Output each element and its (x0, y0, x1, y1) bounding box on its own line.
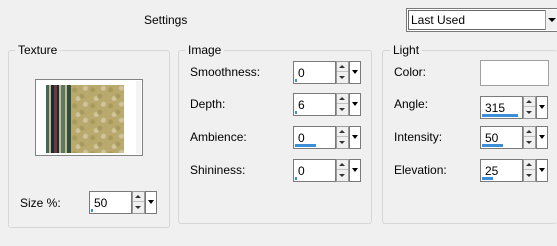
light-group-title: Light (390, 43, 423, 57)
depth-stepper[interactable] (336, 93, 349, 116)
decrement-icon[interactable] (337, 171, 348, 181)
smoothness-fill-bar (295, 79, 297, 82)
smoothness-label: Smoothness: (190, 65, 261, 79)
ambience-stepper[interactable] (336, 126, 349, 149)
increment-icon[interactable] (337, 62, 348, 72)
intensity-input[interactable]: 50 (480, 126, 523, 149)
decrement-icon[interactable] (524, 108, 535, 118)
angle-value: 315 (485, 101, 506, 115)
angle-label: Angle: (394, 97, 429, 111)
size-stepper[interactable] (132, 191, 145, 214)
ambience-value: 0 (298, 131, 305, 145)
elevation-stepper[interactable] (523, 159, 536, 182)
intensity-fill-bar (482, 144, 503, 147)
depth-input[interactable]: 6 (293, 93, 336, 116)
size-value: 50 (94, 196, 108, 210)
top-bar: Settings Last Used (0, 0, 557, 38)
preset-select[interactable]: Last Used (406, 8, 557, 32)
elevation-fill-bar (482, 177, 493, 180)
shininess-stepper[interactable] (336, 159, 349, 182)
texture-group: Texture Size %: 50 (8, 43, 170, 228)
preset-value: Last Used (411, 13, 466, 27)
light-color-swatch[interactable] (480, 60, 549, 86)
settings-label: Settings (144, 13, 188, 27)
intensity-dropdown-button[interactable] (536, 126, 548, 149)
intensity-spinner[interactable]: 50 (480, 126, 548, 149)
depth-dropdown-button[interactable] (349, 93, 361, 116)
shininess-spinner[interactable]: 0 (293, 159, 361, 182)
increment-icon[interactable] (524, 97, 535, 107)
increment-icon[interactable] (524, 127, 535, 137)
decrement-icon[interactable] (337, 73, 348, 83)
texture-swatch (46, 85, 124, 153)
color-label: Color: (394, 65, 427, 79)
increment-icon[interactable] (524, 160, 535, 170)
image-group: Image Smoothness: 0 Depth: 6 Ambience: 0 (178, 43, 372, 224)
ambience-input[interactable]: 0 (293, 126, 336, 149)
increment-icon[interactable] (337, 94, 348, 104)
ambience-dropdown-button[interactable] (349, 126, 361, 149)
elevation-spinner[interactable]: 25 (480, 159, 548, 182)
smoothness-stepper[interactable] (336, 61, 349, 84)
angle-fill-bar (482, 114, 518, 117)
shininess-dropdown-button[interactable] (349, 159, 361, 182)
ambience-label: Ambience: (190, 130, 247, 144)
decrement-icon[interactable] (337, 105, 348, 115)
size-spinner[interactable]: 50 (89, 191, 157, 214)
depth-value: 6 (298, 98, 305, 112)
preview-scrollbar[interactable] (136, 81, 141, 154)
shininess-fill-bar (295, 177, 297, 180)
increment-icon[interactable] (133, 192, 144, 202)
depth-spinner[interactable]: 6 (293, 93, 361, 116)
smoothness-input[interactable]: 0 (293, 61, 336, 84)
intensity-value: 50 (485, 131, 499, 145)
smoothness-dropdown-button[interactable] (349, 61, 361, 84)
texture-preview[interactable] (35, 79, 143, 156)
elevation-dropdown-button[interactable] (536, 159, 548, 182)
ambience-spinner[interactable]: 0 (293, 126, 361, 149)
elevation-label: Elevation: (394, 163, 447, 177)
smoothness-spinner[interactable]: 0 (293, 61, 361, 84)
decrement-icon[interactable] (524, 171, 535, 181)
ambience-fill-bar (295, 144, 316, 147)
image-group-title: Image (185, 43, 225, 57)
shininess-value: 0 (298, 164, 305, 178)
intensity-label: Intensity: (394, 130, 443, 144)
size-input[interactable]: 50 (89, 191, 132, 214)
angle-input[interactable]: 315 (480, 96, 523, 119)
size-fill-bar (91, 209, 93, 212)
angle-spinner[interactable]: 315 (480, 96, 548, 119)
texture-group-title: Texture (15, 43, 61, 57)
decrement-icon[interactable] (524, 138, 535, 148)
elevation-input[interactable]: 25 (480, 159, 523, 182)
decrement-icon[interactable] (133, 203, 144, 213)
increment-icon[interactable] (337, 160, 348, 170)
angle-stepper[interactable] (523, 96, 536, 119)
depth-fill-bar (295, 111, 297, 114)
angle-dropdown-button[interactable] (536, 96, 548, 119)
increment-icon[interactable] (337, 127, 348, 137)
depth-label: Depth: (190, 97, 226, 111)
intensity-stepper[interactable] (523, 126, 536, 149)
shininess-label: Shininess: (190, 163, 246, 177)
light-group: Light Color: Angle: 315 Intensity: 50 El… (382, 43, 557, 224)
size-label: Size %: (20, 196, 61, 210)
shininess-input[interactable]: 0 (293, 159, 336, 182)
decrement-icon[interactable] (337, 138, 348, 148)
smoothness-value: 0 (298, 66, 305, 80)
size-dropdown-button[interactable] (145, 191, 157, 214)
chevron-down-icon[interactable] (545, 10, 557, 30)
elevation-value: 25 (485, 164, 499, 178)
